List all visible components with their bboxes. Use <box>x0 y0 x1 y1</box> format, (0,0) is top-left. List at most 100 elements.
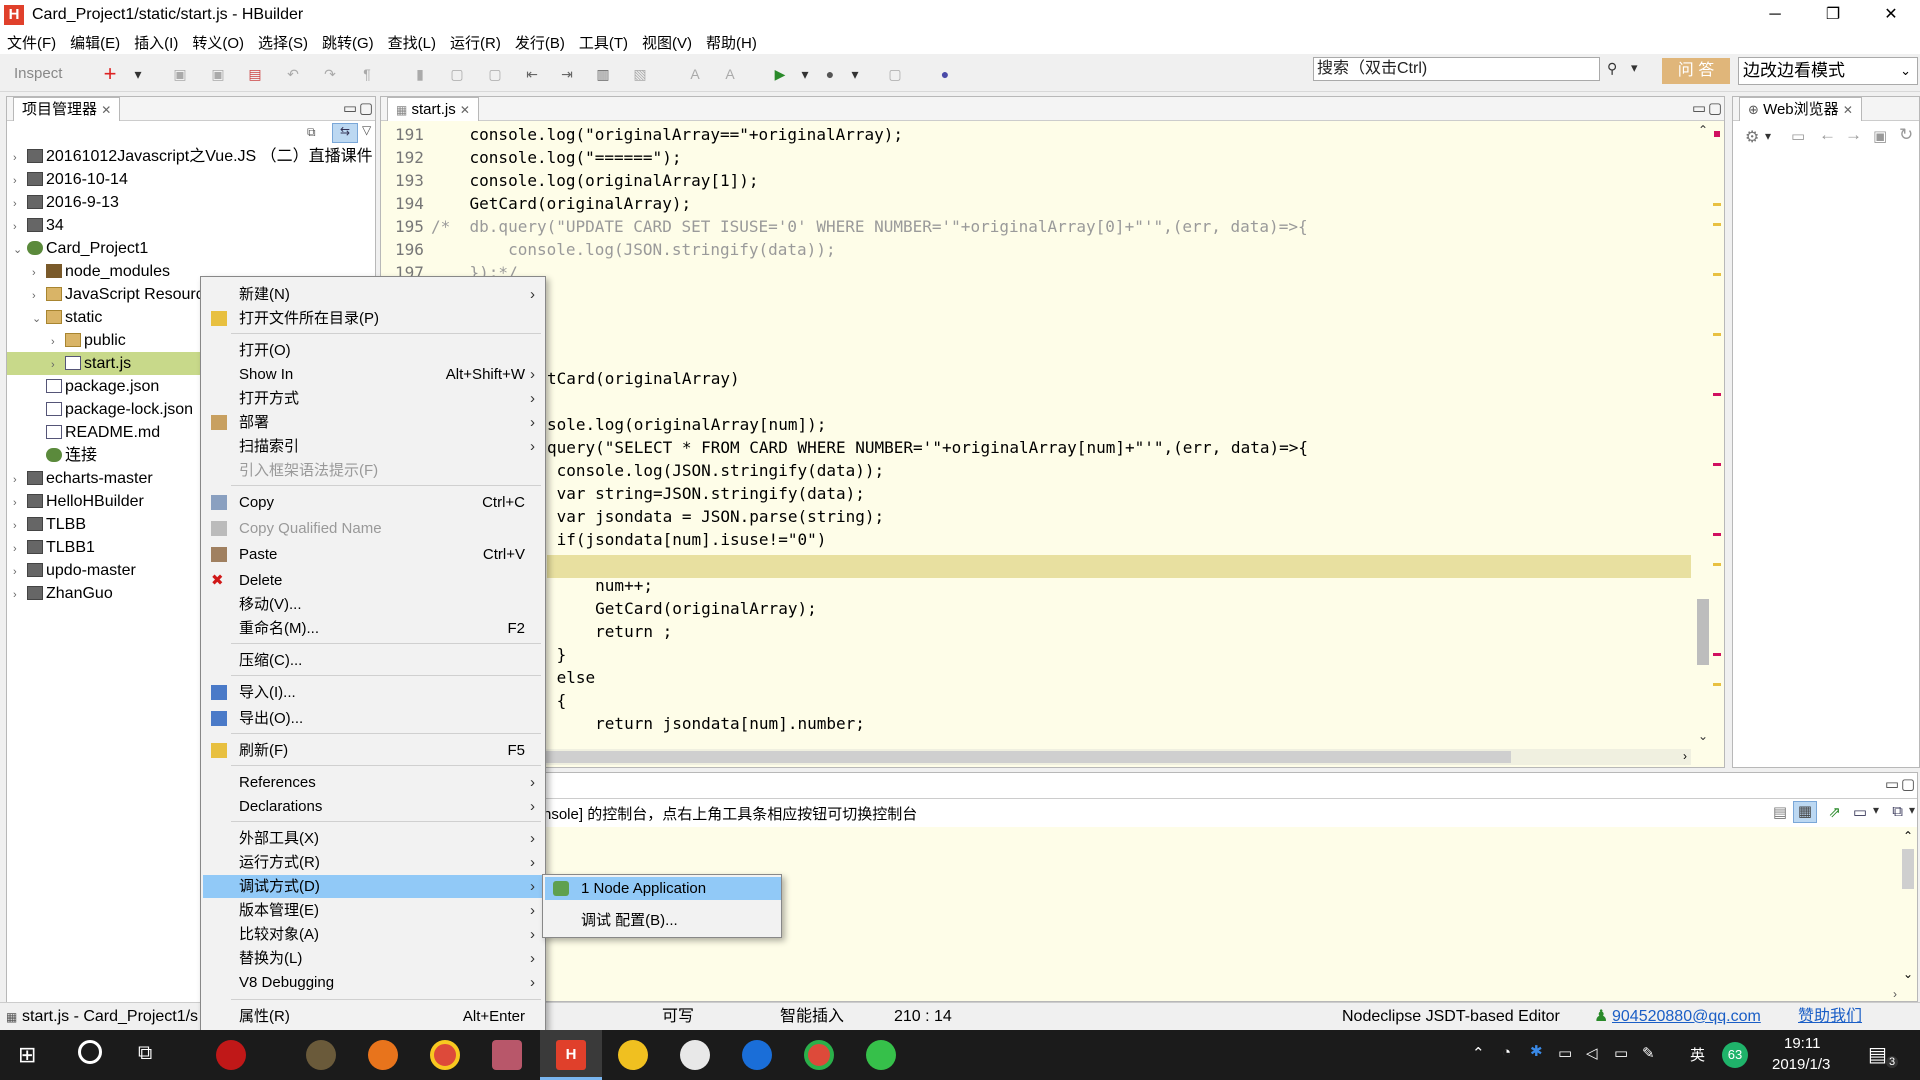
code-line[interactable]: return jsondata[num].number; <box>547 712 865 735</box>
context-menu-item[interactable]: 打开文件所在目录(P) <box>203 307 543 330</box>
clock-date[interactable]: 2019/1/3 <box>1772 1056 1830 1073</box>
tree-item[interactable]: 连接 <box>32 444 97 467</box>
close-button[interactable]: ✕ <box>1862 0 1920 30</box>
context-menu-item[interactable]: Declarations › <box>203 795 543 818</box>
collapse-all-icon[interactable]: ⧉ <box>307 125 323 141</box>
minimize-panel-icon[interactable]: ▭ <box>1692 97 1706 121</box>
code-line[interactable]: console.log(JSON.stringify(data)); <box>431 238 836 261</box>
chevron-right-icon[interactable]: › <box>51 331 65 354</box>
chevron-down-icon[interactable]: ⌄ <box>13 239 27 262</box>
ask-button[interactable]: 问 答 <box>1662 58 1730 84</box>
chevron-down-icon[interactable]: ⌄ <box>32 308 46 331</box>
console-vscrollbar[interactable]: ⌃ ⌄ <box>1899 829 1917 981</box>
tree-item[interactable]: › updo-master <box>13 559 136 582</box>
windows-start-icon[interactable]: ⊞ <box>18 1042 36 1068</box>
submenu-debug-configurations[interactable]: 调试 配置(B)... <box>545 909 781 932</box>
chevron-right-icon[interactable]: › <box>51 354 65 377</box>
run-config-icon[interactable]: ▥ <box>593 64 613 84</box>
vertical-scrollbar[interactable]: ⌃ ⌄ <box>1696 123 1710 743</box>
menu-find[interactable]: 查找(L) <box>381 32 443 53</box>
new-dropdown-icon[interactable]: ▾ <box>128 64 148 84</box>
search-circle-icon[interactable] <box>78 1040 102 1064</box>
tree-item[interactable]: › echarts-master <box>13 467 153 490</box>
menu-escape[interactable]: 转义(O) <box>185 32 251 53</box>
back-arrow-icon[interactable]: ← <box>1819 125 1836 145</box>
code-line[interactable]: console.log(originalArray[1]); <box>431 169 759 192</box>
app-icon-green[interactable] <box>866 1040 896 1070</box>
chevron-right-icon[interactable]: › <box>32 285 46 308</box>
code-line[interactable]: tCard(originalArray) <box>547 367 740 390</box>
tree-item[interactable]: › HelloHBuilder <box>13 490 144 513</box>
scroll-right-icon[interactable]: › <box>1893 987 1897 1001</box>
tree-item[interactable]: › TLBB <box>13 513 86 536</box>
code-line[interactable]: if(jsondata[num].isuse!="0") <box>547 528 827 551</box>
code-line[interactable]: console.log("======"); <box>431 146 682 169</box>
tree-item[interactable]: package-lock.json <box>32 398 193 421</box>
menu-publish[interactable]: 发行(B) <box>508 32 572 53</box>
tab-start-js[interactable]: ▦ start.js ✕ <box>387 97 479 121</box>
scrollbar-thumb[interactable] <box>1697 599 1709 665</box>
code-line[interactable]: console.log("originalArray=="+originalAr… <box>431 123 903 146</box>
app-icon-blue[interactable] <box>742 1040 772 1070</box>
menu-tools[interactable]: 工具(T) <box>572 32 635 53</box>
preview-icon[interactable]: ▢ <box>885 64 905 84</box>
scroll-lock-icon[interactable]: ▦ <box>1793 801 1817 823</box>
minimize-button[interactable]: ─ <box>1746 0 1804 30</box>
pin-console-icon[interactable]: ⇗ <box>1828 803 1841 821</box>
link-editor-icon[interactable]: ⇆ <box>332 123 358 143</box>
hscroll-thumb[interactable] <box>541 751 1511 763</box>
minimize-panel-icon[interactable]: ▭ <box>343 97 357 121</box>
app-icon-tool[interactable] <box>680 1040 710 1070</box>
open-console-icon[interactable]: ⧉ <box>1892 803 1903 820</box>
account-email-link[interactable]: 904520880@qq.com <box>1612 1003 1761 1031</box>
code-line[interactable]: } <box>547 643 567 666</box>
globe-icon[interactable]: ● <box>935 64 955 84</box>
tree-item[interactable]: › public <box>51 329 126 352</box>
battery-icon[interactable]: ▭ <box>1558 1044 1572 1062</box>
code-line[interactable]: console.log(JSON.stringify(data)); <box>547 459 885 482</box>
menu-insert[interactable]: 插入(I) <box>127 32 185 53</box>
context-menu-item[interactable]: 引入框架语法提示(F) <box>203 459 543 482</box>
chrome-icon-2[interactable] <box>804 1040 834 1070</box>
print-icon[interactable]: ▤ <box>245 64 265 84</box>
context-menu-item[interactable]: V8 Debugging › <box>203 971 543 994</box>
ime-indicator[interactable]: 英 <box>1690 1044 1705 1065</box>
tree-item[interactable]: › node_modules <box>32 260 170 283</box>
minimize-panel-icon[interactable]: ▭ <box>1885 775 1899 793</box>
context-menu-item[interactable]: 外部工具(X) › <box>203 827 543 850</box>
context-menu-item[interactable]: 压缩(C)... <box>203 649 543 672</box>
font-bigger-icon[interactable]: A <box>685 64 705 84</box>
tree-item[interactable]: › 2016-9-13 <box>13 191 119 214</box>
context-menu-item[interactable]: Copy Qualified Name <box>203 517 543 540</box>
context-menu-item[interactable]: ✖ Delete <box>203 569 543 592</box>
goto-end-icon[interactable]: ⇥ <box>557 64 577 84</box>
tree-item[interactable]: README.md <box>32 421 160 444</box>
context-menu-item[interactable]: 扫描索引 › <box>203 435 543 458</box>
horizontal-scrollbar[interactable]: › <box>541 749 1691 765</box>
scroll-down-icon[interactable]: ⌄ <box>1696 729 1710 743</box>
format-icon[interactable]: ¶ <box>357 64 377 84</box>
tree-item[interactable]: ⌄ Card_Project1 <box>13 237 148 260</box>
open-dropdown-icon[interactable]: ▾ <box>1909 803 1915 817</box>
context-menu-item[interactable]: 运行方式(R) › <box>203 851 543 874</box>
console-scroll-thumb[interactable] <box>1902 849 1914 889</box>
context-menu-item[interactable]: 属性(R) Alt+Enter <box>203 1005 543 1028</box>
context-menu-item[interactable]: 导出(O)... <box>203 707 543 730</box>
tree-item[interactable]: package.json <box>32 375 159 398</box>
mode-select[interactable]: 边改边看模式 ⌄ <box>1738 57 1918 85</box>
close-tab-icon[interactable]: ✕ <box>460 103 470 117</box>
new-plus-icon[interactable]: + <box>100 63 120 85</box>
tree-item[interactable]: › 20161012Javascript之Vue.JS （二）直播课件 <box>13 145 373 168</box>
context-menu-item[interactable]: 重命名(M)... F2 <box>203 617 543 640</box>
stop-icon[interactable]: ▣ <box>1873 127 1887 145</box>
code-line[interactable]: GetCard(originalArray); <box>431 192 692 215</box>
context-menu-item[interactable]: Paste Ctrl+V <box>203 543 543 566</box>
search-input[interactable]: 搜索（双击Ctrl) <box>1313 57 1600 81</box>
redo-icon[interactable]: ↷ <box>320 64 340 84</box>
code-line[interactable]: return ; <box>547 620 672 643</box>
context-menu-item[interactable]: 替换为(L) › <box>203 947 543 970</box>
code-line[interactable]: query("SELECT * FROM CARD WHERE NUMBER='… <box>547 436 1308 459</box>
forward-arrow-icon[interactable]: → <box>1845 125 1862 145</box>
settings-gear-icon[interactable]: ⚙ <box>1745 127 1759 147</box>
context-menu-item[interactable]: 调试方式(D) › <box>203 875 543 898</box>
